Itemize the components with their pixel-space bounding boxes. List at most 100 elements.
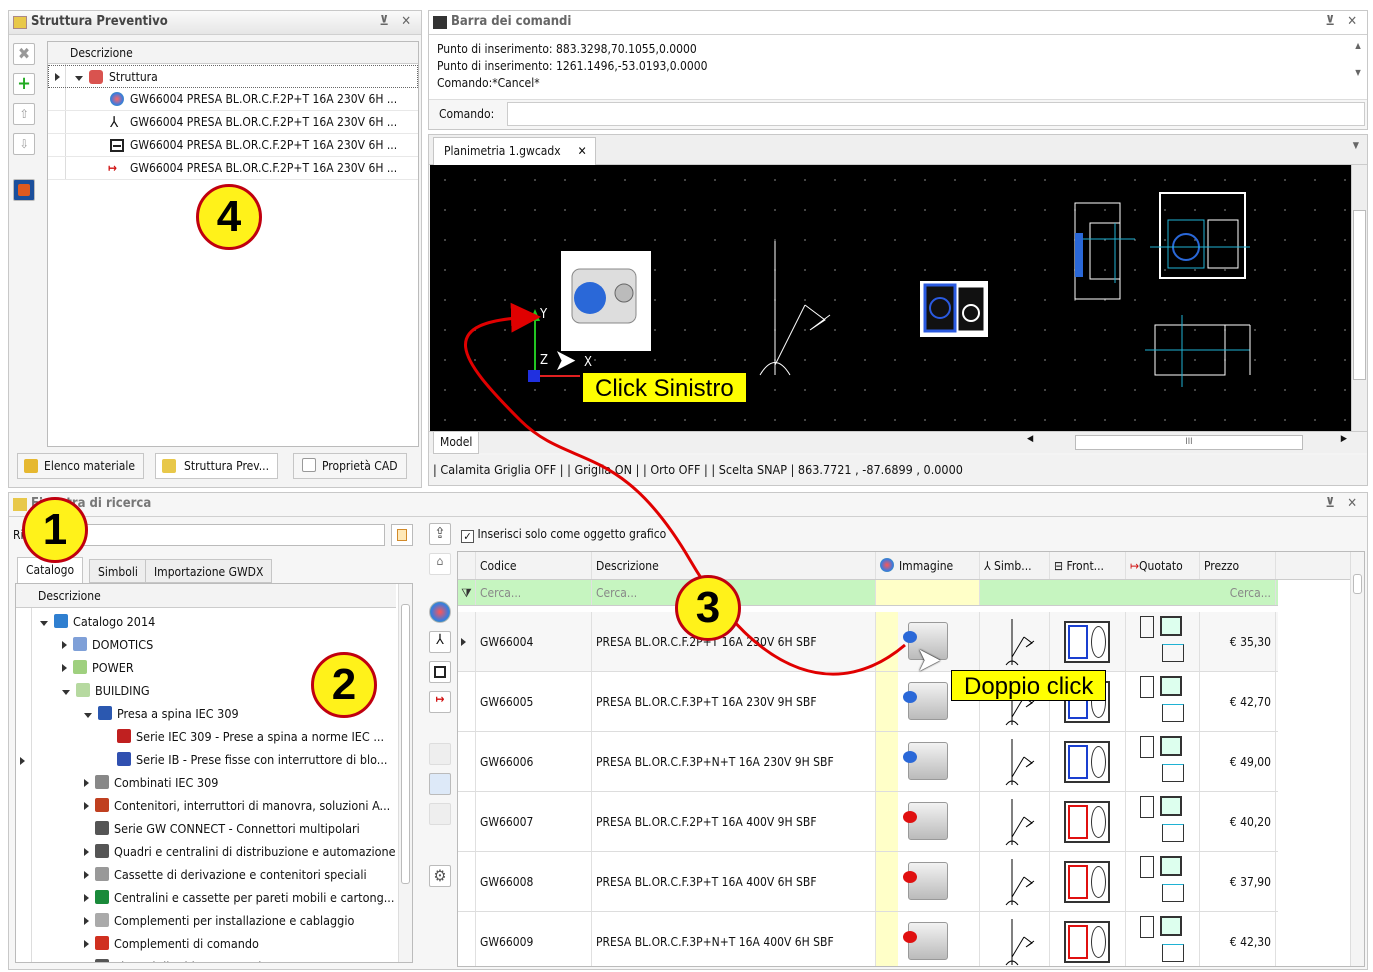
move-down-button[interactable]: ⇩ xyxy=(13,133,35,155)
tab-proprieta-cad[interactable]: Proprietà CAD xyxy=(293,453,407,479)
product-image-cell xyxy=(876,732,980,791)
delete-button[interactable]: ✖ xyxy=(13,43,35,65)
tree-node-label: Complementi di comando xyxy=(114,936,259,951)
expand-icon[interactable] xyxy=(62,664,67,672)
cad-canvas[interactable]: Y X Z ➤ xyxy=(430,165,1352,431)
close-icon[interactable]: ✕ xyxy=(1347,493,1357,515)
scroll-thumb[interactable] xyxy=(1353,210,1366,380)
cad-button[interactable] xyxy=(13,179,35,201)
tree-node[interactable]: Complementi per installazione e cablaggi… xyxy=(34,909,354,932)
tree-node[interactable]: Cassette di derivazione e contenitori sp… xyxy=(34,863,367,886)
search-options-button[interactable] xyxy=(391,524,413,546)
table-row[interactable]: GW66007 PRESA BL.OR.C.F.2P+T 16A 400V 9H … xyxy=(458,792,1278,852)
collapse-icon[interactable] xyxy=(62,690,70,695)
front-filter-button[interactable] xyxy=(429,661,451,683)
command-input[interactable] xyxy=(507,102,1365,126)
product-thumbnail[interactable] xyxy=(903,742,948,780)
tab-struttura-preventivo[interactable]: Struttura Prev... xyxy=(155,453,279,479)
tab-importazione-gwdx[interactable]: Importazione GWDX xyxy=(145,559,273,583)
dimension-filter-button[interactable]: ↦ xyxy=(429,691,451,713)
insert-button[interactable]: ⇪ xyxy=(429,523,451,545)
table-row[interactable]: GW66006 PRESA BL.OR.C.F.3P+N+T 16A 230V 9… xyxy=(458,732,1278,792)
tree-node[interactable]: Serie IEC 309 - Prese a spina a norme IE… xyxy=(34,725,384,748)
pin-icon[interactable]: ⊻ xyxy=(380,11,390,33)
expand-icon[interactable] xyxy=(84,802,89,810)
tree-node[interactable]: BUILDING xyxy=(34,679,150,702)
print-button[interactable] xyxy=(429,743,451,765)
pin-icon[interactable]: ⊻ xyxy=(1326,11,1336,33)
col-immagine[interactable]: Immagine xyxy=(876,552,980,579)
collapse-icon[interactable] xyxy=(40,621,48,626)
close-tab-icon[interactable]: ✕ xyxy=(578,138,587,164)
cad-vertical-scrollbar[interactable] xyxy=(1351,165,1367,431)
col-descrizione[interactable]: Descrizione xyxy=(592,552,876,579)
front-thumbnail xyxy=(1064,741,1110,783)
expand-icon[interactable] xyxy=(62,641,67,649)
tree-node[interactable]: Quadri e centralini di distribuzione e a… xyxy=(34,840,396,863)
document-button[interactable] xyxy=(429,803,451,825)
col-codice[interactable]: Codice xyxy=(476,552,592,579)
col-simbolo[interactable]: ⅄ Simb... xyxy=(980,552,1050,579)
tree-node[interactable]: Serie GW CONNECT - Connettori multipolar… xyxy=(34,817,360,840)
history-scrollbar[interactable]: ▲ ▼ xyxy=(1351,41,1365,95)
expand-icon[interactable] xyxy=(84,871,89,879)
tree-node[interactable]: Catalogo 2014 xyxy=(34,610,155,633)
insert-graphic-checkbox[interactable]: ✓ Inserisci solo come oggetto grafico xyxy=(461,527,666,543)
structure-root-row[interactable]: Struttura xyxy=(48,65,418,88)
table-row[interactable]: GW66008 PRESA BL.OR.C.F.3P+T 16A 400V 6H … xyxy=(458,852,1278,912)
tab-model[interactable]: Model xyxy=(433,432,480,454)
scroll-thumb[interactable]: III xyxy=(1075,435,1303,450)
building-icon[interactable]: ⌂ xyxy=(429,553,451,575)
tree-node[interactable]: Presa a spina IEC 309 xyxy=(34,702,239,725)
filter-immagine[interactable] xyxy=(876,580,980,605)
collapse-icon[interactable] xyxy=(84,713,92,718)
expand-icon[interactable] xyxy=(84,917,89,925)
structure-row[interactable]: ⅄ GW66004 PRESA BL.OR.C.F.2P+T 16A 230V … xyxy=(48,111,418,134)
tree-node[interactable]: DOMOTICS xyxy=(34,633,153,656)
table-row[interactable]: GW66005 PRESA BL.OR.C.F.3P+T 16A 230V 9H … xyxy=(458,672,1278,732)
tab-elenco-materiale[interactable]: Elenco materiale xyxy=(17,453,144,479)
product-thumbnail[interactable] xyxy=(903,922,948,960)
add-button[interactable]: + xyxy=(13,73,35,95)
col-prezzo[interactable]: Prezzo xyxy=(1200,552,1276,579)
tree-node[interactable]: Sistemi di tubi e accessori xyxy=(34,955,261,962)
settings-button[interactable]: ⚙ xyxy=(429,865,451,887)
structure-row[interactable]: GW66004 PRESA BL.OR.C.F.2P+T 16A 230V 6H… xyxy=(48,88,418,111)
filter-codice[interactable]: Cerca... xyxy=(476,580,592,605)
expand-icon[interactable] xyxy=(84,894,89,902)
product-thumbnail[interactable] xyxy=(903,682,948,720)
tab-dropdown-icon[interactable]: ▼ xyxy=(1353,141,1359,151)
structure-row[interactable]: GW66004 PRESA BL.OR.C.F.2P+T 16A 230V 6H… xyxy=(48,134,418,157)
tree-node[interactable]: Complementi di comando xyxy=(34,932,259,955)
tree-node[interactable]: Contenitori, interruttori di manovra, so… xyxy=(34,794,390,817)
move-up-button[interactable]: ⇧ xyxy=(13,103,35,125)
tree-node[interactable]: Serie IB - Prese fisse con interruttore … xyxy=(34,748,388,771)
export-button[interactable] xyxy=(429,773,451,795)
image-filter-button[interactable] xyxy=(429,601,451,623)
results-scrollbar[interactable] xyxy=(1350,552,1364,966)
close-icon[interactable]: ✕ xyxy=(401,11,411,33)
close-icon[interactable]: ✕ xyxy=(1347,11,1357,33)
structure-row[interactable]: ↦ GW66004 PRESA BL.OR.C.F.2P+T 16A 230V … xyxy=(48,157,418,180)
tab-simboli[interactable]: Simboli xyxy=(89,559,147,583)
horizontal-scrollbar[interactable]: ◀ III ▶ xyxy=(1027,434,1347,452)
expand-icon[interactable] xyxy=(84,779,89,787)
checkbox-checked-icon[interactable]: ✓ xyxy=(461,530,474,543)
col-quotato[interactable]: ↦Quotato xyxy=(1126,552,1200,579)
product-thumbnail[interactable] xyxy=(903,802,948,840)
expand-icon[interactable] xyxy=(84,848,89,856)
table-row[interactable]: GW66009 PRESA BL.OR.C.F.3P+N+T 16A 400V 6… xyxy=(458,912,1278,966)
pin-icon[interactable]: ⊻ xyxy=(1326,493,1336,515)
table-row[interactable]: GW66004 PRESA BL.OR.C.F.2P+T 16A 230V 6H … xyxy=(458,612,1278,672)
tree-node[interactable]: Combinati IEC 309 xyxy=(34,771,218,794)
filter-prezzo[interactable]: Cerca... xyxy=(1200,580,1276,605)
col-frontale[interactable]: ⊟ Front... xyxy=(1050,552,1126,579)
tree-node[interactable]: Centralini e cassette per pareti mobili … xyxy=(34,886,394,909)
symbol-filter-button[interactable]: ⅄ xyxy=(429,631,451,653)
tree-scrollbar[interactable] xyxy=(398,584,412,962)
tree-node[interactable]: POWER xyxy=(34,656,134,679)
product-thumbnail[interactable] xyxy=(903,862,948,900)
dimension-thumbnail xyxy=(1160,796,1182,816)
expand-icon[interactable] xyxy=(84,940,89,948)
tab-planimetria[interactable]: Planimetria 1.gwcadx ✕ xyxy=(433,137,596,165)
